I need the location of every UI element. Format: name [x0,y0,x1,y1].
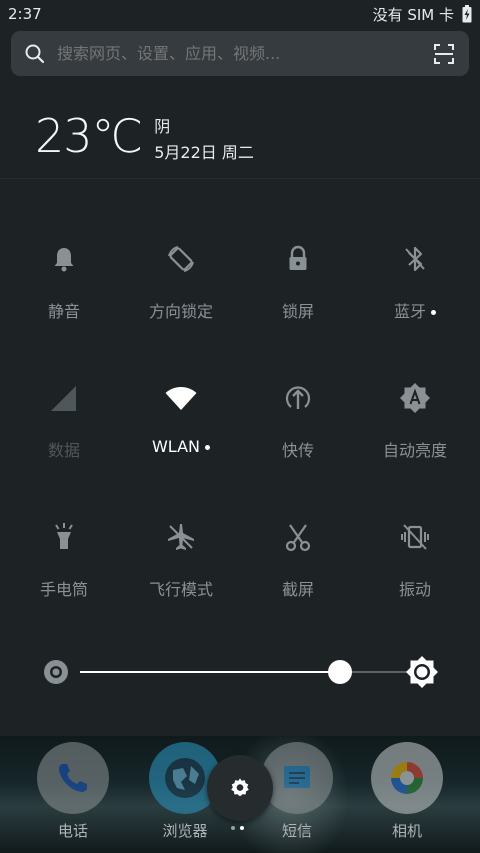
app-phone[interactable]: 电话 [28,742,118,852]
gear-icon [231,778,249,797]
share-upload-icon [285,386,311,409]
tile-label: 锁屏 [281,302,314,321]
quick-settings-screen: 2:37 没有 SIM 卡 23℃ 阴 5月22日 周二 [0,0,480,853]
tile-label: 手电筒 [39,580,88,599]
phone-icon [59,764,87,792]
rotation-lock-icon [168,246,194,272]
page-dot-active [240,826,244,830]
scan-icon[interactable] [433,43,455,65]
search-bar[interactable] [11,31,469,76]
search-icon [25,44,45,63]
tile-vibrate[interactable]: 振动 [355,508,475,608]
status-bar: 2:37 没有 SIM 卡 [0,0,480,28]
bell-icon [54,248,74,272]
battery-charging-icon [462,5,472,23]
page-dot [231,826,235,830]
indicator-dot [431,310,436,315]
app-icon [37,742,109,814]
tile-airplane-mode[interactable]: 飞行模式 [121,508,241,608]
brightness-slider-thumb[interactable] [327,660,352,684]
tile-rotation-lock[interactable]: 方向锁定 [121,230,241,330]
auto-brightness-icon [400,383,430,413]
weather-details: 阴 5月22日 周二 [154,114,254,166]
tile-lock-screen[interactable]: 锁屏 [238,230,358,330]
sim-status: 没有 SIM 卡 [372,5,454,24]
tile-label: 振动 [398,580,431,599]
tile-label: 自动亮度 [382,441,447,460]
tile-label: WLAN [152,437,210,456]
bluetooth-off-icon [405,246,425,272]
settings-button[interactable] [207,755,273,821]
tile-label: 截屏 [281,580,314,599]
tile-label: 方向锁定 [148,302,213,321]
tile-label: 蓝牙 [394,298,436,322]
brightness-slider[interactable] [80,660,436,684]
tile-auto-brightness[interactable]: 自动亮度 [355,369,475,469]
tile-label: 飞行模式 [148,580,213,599]
brightness-high-icon [406,656,438,688]
brightness-control [40,652,440,692]
scissors-icon [285,524,311,552]
app-label: 短信 [281,822,312,840]
vibrate-off-icon [401,524,429,550]
app-label: 电话 [57,822,88,840]
app-icon [371,742,443,814]
lock-icon [289,245,307,270]
app-label: 浏览器 [162,822,208,840]
status-indicators: 没有 SIM 卡 [373,4,472,25]
cellular-signal-icon [51,386,76,411]
tile-wlan[interactable]: WLAN [121,369,241,469]
tile-silent[interactable]: 静音 [4,230,124,330]
wifi-icon [165,387,197,410]
indicator-dot [205,445,210,450]
flashlight-icon [55,523,73,549]
browser-globe-icon [165,758,205,798]
tile-flashlight[interactable]: 手电筒 [4,508,124,608]
tile-bluetooth[interactable]: 蓝牙 [355,230,475,330]
tile-label: 静音 [47,302,80,321]
brightness-low-icon [44,660,68,684]
weather-condition: 阴 [154,117,171,136]
tile-mobile-data[interactable]: 数据 [4,369,124,469]
tile-label: 快传 [281,441,314,460]
app-camera[interactable]: 相机 [362,742,452,852]
messages-icon [284,766,310,788]
tile-screenshot[interactable]: 截屏 [238,508,358,608]
camera-icon [391,762,423,794]
tile-quick-share[interactable]: 快传 [238,369,358,469]
status-time: 2:37 [8,5,42,23]
temperature: 23℃ [35,109,143,163]
page-indicator [231,826,244,830]
airplane-off-icon [168,524,194,550]
app-icon [261,742,333,814]
divider [0,178,480,179]
weather-date: 5月22日 周二 [154,143,254,162]
search-input[interactable] [55,43,433,64]
brightness-slider-fill [80,671,340,673]
weather-widget[interactable]: 23℃ 阴 5月22日 周二 [35,108,254,168]
tile-label: 数据 [47,441,80,460]
app-label: 相机 [391,822,422,840]
